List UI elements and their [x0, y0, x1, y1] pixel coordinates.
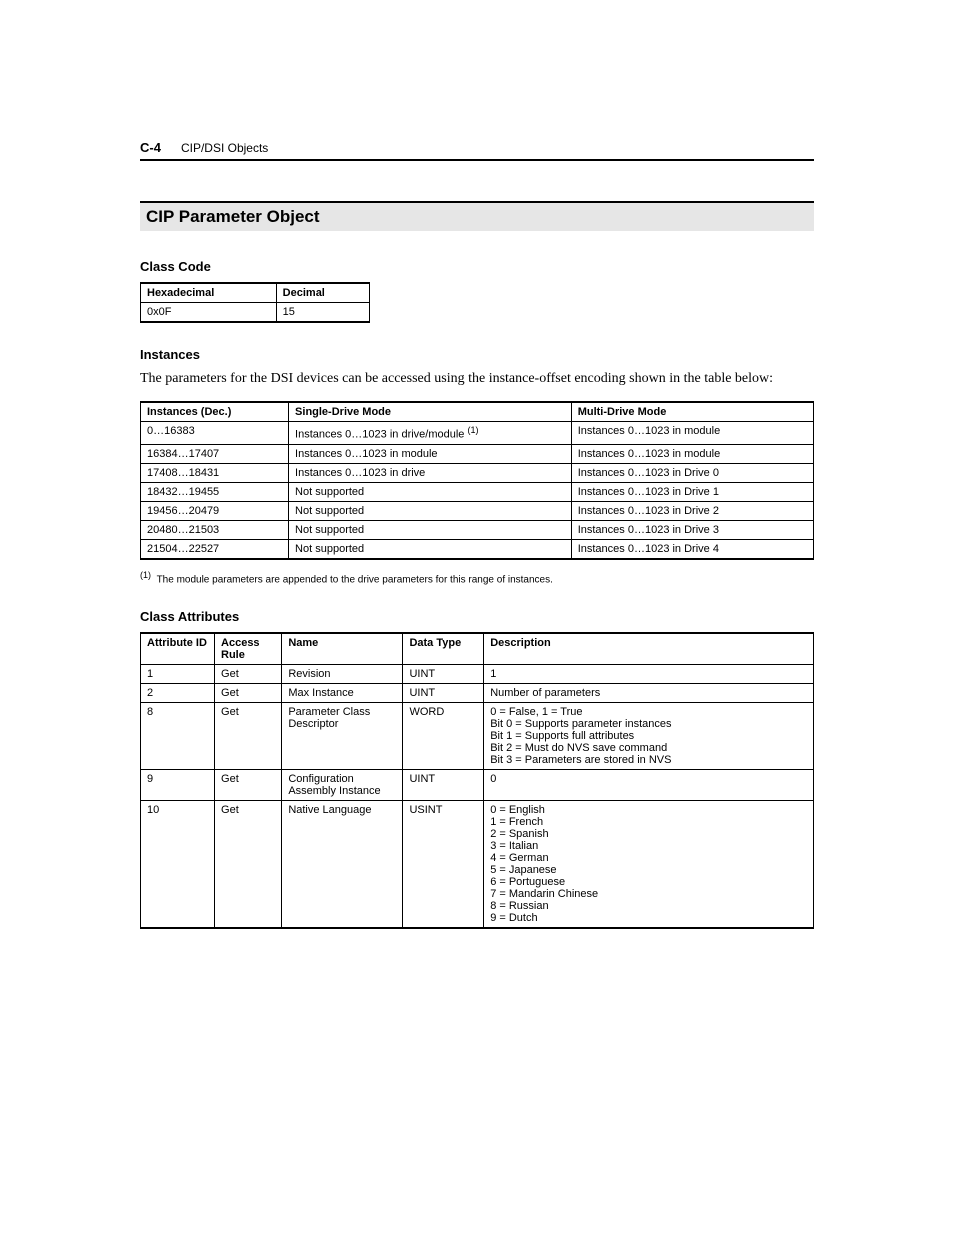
cell-access-rule: Get	[215, 800, 282, 928]
th-name: Name	[282, 633, 403, 665]
cell-attr-id: 2	[141, 683, 215, 702]
cell-instances-dec: 19456…20479	[141, 501, 289, 520]
section-title: CIP Parameter Object	[140, 201, 814, 231]
cell-data-type: WORD	[403, 702, 484, 769]
table-row: 10GetNative LanguageUSINT0 = English1 = …	[141, 800, 814, 928]
cell-access-rule: Get	[215, 664, 282, 683]
cell-dec: 15	[276, 303, 369, 323]
subsection-instances: Instances	[140, 347, 814, 362]
cell-single-drive: Instances 0…1023 in module	[289, 444, 572, 463]
footnote-text: The module parameters are appended to th…	[157, 574, 553, 585]
table-row: 0x0F 15	[141, 303, 370, 323]
cell-data-type: USINT	[403, 800, 484, 928]
subsection-class-code: Class Code	[140, 259, 814, 274]
table-row: 9GetConfiguration Assembly InstanceUINT0	[141, 769, 814, 800]
table-row: 19456…20479Not supportedInstances 0…1023…	[141, 501, 814, 520]
cell-name: Max Instance	[282, 683, 403, 702]
cell-single-drive: Not supported	[289, 520, 572, 539]
th-decimal: Decimal	[276, 283, 369, 303]
cell-single-drive: Instances 0…1023 in drive/module (1)	[289, 421, 572, 444]
table-row: 18432…19455Not supportedInstances 0…1023…	[141, 482, 814, 501]
cell-data-type: UINT	[403, 683, 484, 702]
table-row: 2GetMax InstanceUINTNumber of parameters	[141, 683, 814, 702]
table-row: 20480…21503Not supportedInstances 0…1023…	[141, 520, 814, 539]
cell-name: Parameter Class Descriptor	[282, 702, 403, 769]
cell-description: 1	[484, 664, 814, 683]
cell-access-rule: Get	[215, 683, 282, 702]
cell-multi-drive: Instances 0…1023 in module	[571, 444, 813, 463]
cell-instances-dec: 16384…17407	[141, 444, 289, 463]
footnote-ref: (1)	[467, 425, 478, 435]
table-class-code: Hexadecimal Decimal 0x0F 15	[140, 282, 370, 323]
table-row: 16384…17407Instances 0…1023 in moduleIns…	[141, 444, 814, 463]
th-attr-id: Attribute ID	[141, 633, 215, 665]
cell-instances-dec: 18432…19455	[141, 482, 289, 501]
th-instances-dec: Instances (Dec.)	[141, 402, 289, 422]
page-number: C-4	[140, 140, 161, 155]
cell-description: 0 = English1 = French2 = Spanish3 = Ital…	[484, 800, 814, 928]
cell-instances-dec: 21504…22527	[141, 539, 289, 559]
footnote-marker: (1)	[140, 570, 151, 580]
cell-description: Number of parameters	[484, 683, 814, 702]
cell-multi-drive: Instances 0…1023 in Drive 0	[571, 463, 813, 482]
table-row: 17408…18431Instances 0…1023 in driveInst…	[141, 463, 814, 482]
subsection-class-attributes: Class Attributes	[140, 609, 814, 624]
cell-multi-drive: Instances 0…1023 in Drive 4	[571, 539, 813, 559]
cell-data-type: UINT	[403, 769, 484, 800]
cell-attr-id: 1	[141, 664, 215, 683]
th-description: Description	[484, 633, 814, 665]
cell-name: Revision	[282, 664, 403, 683]
table-class-attributes: Attribute ID Access Rule Name Data Type …	[140, 632, 814, 929]
cell-attr-id: 10	[141, 800, 215, 928]
cell-data-type: UINT	[403, 664, 484, 683]
cell-single-drive: Instances 0…1023 in drive	[289, 463, 572, 482]
cell-multi-drive: Instances 0…1023 in Drive 2	[571, 501, 813, 520]
th-multi-drive: Multi-Drive Mode	[571, 402, 813, 422]
cell-description: 0	[484, 769, 814, 800]
cell-multi-drive: Instances 0…1023 in module	[571, 421, 813, 444]
th-hexadecimal: Hexadecimal	[141, 283, 277, 303]
th-data-type: Data Type	[403, 633, 484, 665]
cell-instances-dec: 20480…21503	[141, 520, 289, 539]
cell-multi-drive: Instances 0…1023 in Drive 3	[571, 520, 813, 539]
chapter-title: CIP/DSI Objects	[181, 141, 268, 155]
cell-attr-id: 8	[141, 702, 215, 769]
page-header: C-4 CIP/DSI Objects	[140, 140, 814, 161]
cell-hex: 0x0F	[141, 303, 277, 323]
cell-attr-id: 9	[141, 769, 215, 800]
table-row: 0…16383Instances 0…1023 in drive/module …	[141, 421, 814, 444]
instances-footnote: (1) The module parameters are appended t…	[140, 570, 814, 585]
table-row: 1GetRevisionUINT1	[141, 664, 814, 683]
table-row: 8GetParameter Class DescriptorWORD0 = Fa…	[141, 702, 814, 769]
cell-single-drive: Not supported	[289, 482, 572, 501]
instances-body-text: The parameters for the DSI devices can b…	[140, 370, 814, 389]
cell-single-drive: Not supported	[289, 501, 572, 520]
cell-instances-dec: 0…16383	[141, 421, 289, 444]
table-instances: Instances (Dec.) Single-Drive Mode Multi…	[140, 401, 814, 560]
cell-multi-drive: Instances 0…1023 in Drive 1	[571, 482, 813, 501]
cell-access-rule: Get	[215, 769, 282, 800]
cell-name: Configuration Assembly Instance	[282, 769, 403, 800]
cell-name: Native Language	[282, 800, 403, 928]
cell-description: 0 = False, 1 = TrueBit 0 = Supports para…	[484, 702, 814, 769]
cell-instances-dec: 17408…18431	[141, 463, 289, 482]
table-row: 21504…22527Not supportedInstances 0…1023…	[141, 539, 814, 559]
cell-single-drive: Not supported	[289, 539, 572, 559]
th-single-drive: Single-Drive Mode	[289, 402, 572, 422]
th-access-rule: Access Rule	[215, 633, 282, 665]
cell-access-rule: Get	[215, 702, 282, 769]
